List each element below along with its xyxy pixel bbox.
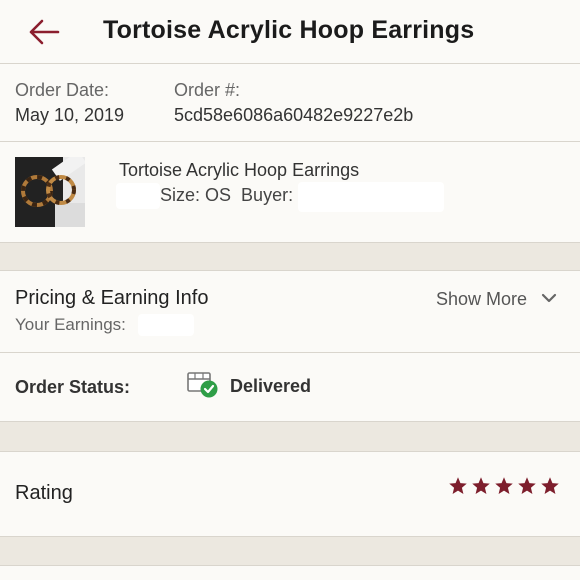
back-arrow-icon[interactable] <box>28 18 60 46</box>
show-more-label: Show More <box>436 289 528 309</box>
order-number-value: 5cd58e6086a60482e9227e2b <box>174 105 414 125</box>
order-status-value: Delivered <box>230 376 312 396</box>
header-bar: Tortoise Acrylic Hoop Earrings <box>0 0 580 64</box>
pricing-title: Pricing & Earning Info <box>15 287 209 309</box>
redacted-buyer <box>298 182 444 212</box>
rating-label: Rating <box>15 482 73 504</box>
star-icon <box>518 477 536 494</box>
delivered-box-icon <box>187 372 218 398</box>
order-number-label: Order #: <box>174 80 241 100</box>
section-gap <box>0 537 580 565</box>
star-icon <box>495 477 513 494</box>
star-icon <box>449 477 467 494</box>
star-icon <box>541 477 559 494</box>
product-meta: Size: OS Buyer: <box>160 185 293 206</box>
product-name: Tortoise Acrylic Hoop Earrings <box>119 160 360 180</box>
order-date-label: Order Date: <box>15 80 110 100</box>
earnings-label: Your Earnings: <box>15 315 126 334</box>
order-date-value: May 10, 2019 <box>15 105 125 125</box>
section-gap <box>0 242 580 270</box>
next-section <box>0 565 580 580</box>
rating-stars <box>448 476 560 496</box>
chevron-down-icon[interactable] <box>541 292 557 304</box>
redacted-area <box>116 183 160 209</box>
buyer-label: Buyer: <box>241 185 294 205</box>
pricing-section[interactable] <box>0 270 580 352</box>
page-title: Tortoise Acrylic Hoop Earrings <box>103 16 475 44</box>
show-more-button[interactable]: Show More <box>436 289 527 310</box>
hoop-earrings-image <box>15 157 85 227</box>
product-thumbnail[interactable] <box>15 157 85 227</box>
order-status-label: Order Status: <box>15 377 131 397</box>
divider <box>0 141 580 142</box>
redacted-earnings <box>138 314 194 336</box>
section-gap <box>0 421 580 451</box>
star-icon <box>472 477 490 494</box>
product-size: Size: OS <box>160 185 232 205</box>
